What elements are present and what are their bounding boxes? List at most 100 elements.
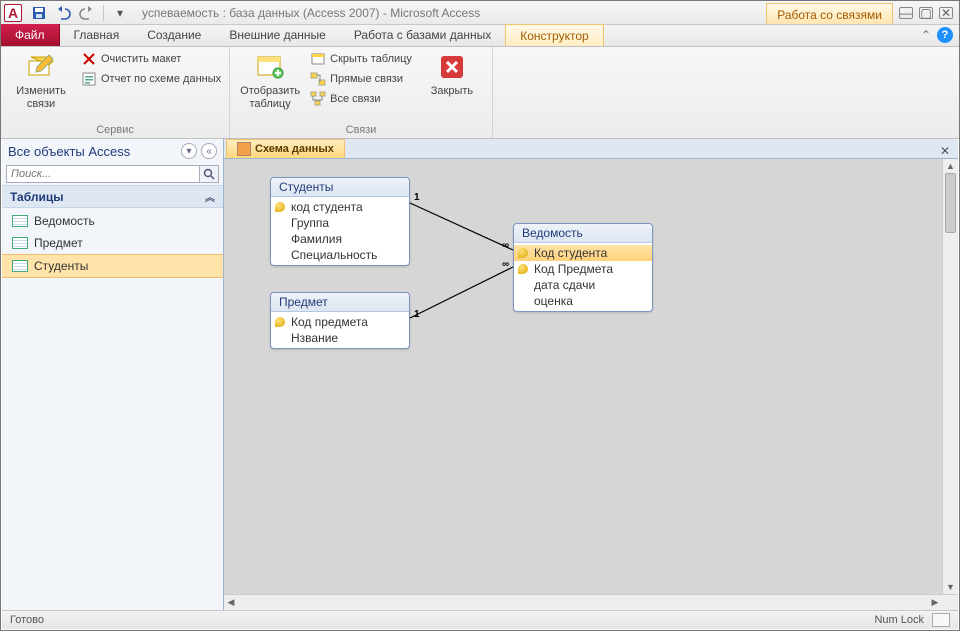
maximize-button[interactable]: ▢	[919, 7, 933, 19]
table-field[interactable]: Код Предмета	[514, 261, 652, 277]
qat-customize-button[interactable]: ▾	[110, 3, 130, 23]
edit-relationships-button[interactable]: Изменить связи	[9, 51, 73, 111]
clear-layout-button[interactable]: Очистить макет	[81, 51, 221, 67]
status-numlock: Num Lock	[874, 614, 924, 626]
save-button[interactable]	[29, 3, 49, 23]
edit-relationships-label: Изменить связи	[9, 85, 73, 111]
tab-home[interactable]: Главная	[60, 24, 134, 46]
undo-button[interactable]	[53, 3, 73, 23]
relationship-report-label: Отчет по схеме данных	[101, 73, 221, 85]
all-relations-label: Все связи	[330, 93, 380, 105]
nav-header[interactable]: Все объекты Access ▾ «	[2, 139, 223, 163]
title-bar: A ▾ успеваемость : база данных (Access 2…	[1, 1, 959, 25]
hide-table-button[interactable]: Скрыть таблицу	[310, 51, 412, 67]
table-field[interactable]: Код студента	[514, 245, 652, 261]
ribbon-group-service: Изменить связи Очистить макет Отчет по с…	[1, 47, 230, 138]
tab-create[interactable]: Создание	[133, 24, 215, 46]
redo-button[interactable]	[77, 3, 97, 23]
window-controls: — ▢ ✕	[893, 1, 959, 24]
ribbon-tabs: Файл Главная Создание Внешние данные Раб…	[1, 25, 959, 47]
tab-external-data[interactable]: Внешние данные	[215, 24, 340, 46]
status-ready: Готово	[10, 614, 44, 626]
close-label: Закрыть	[431, 85, 473, 98]
relation-cardinality-many: ∞	[502, 240, 509, 251]
tab-file[interactable]: Файл	[1, 24, 60, 46]
search-button[interactable]	[199, 165, 219, 183]
system-menu[interactable]: A	[1, 1, 25, 24]
vertical-scrollbar[interactable]: ▲ ▼	[942, 159, 958, 594]
nav-category-tables[interactable]: Таблицы ︽	[2, 185, 223, 208]
relationship-report-button[interactable]: Отчет по схеме данных	[81, 71, 221, 87]
close-button[interactable]: Закрыть	[420, 51, 484, 98]
nav-item-studenty[interactable]: Студенты	[2, 254, 223, 278]
hide-table-label: Скрыть таблицу	[330, 53, 412, 65]
scroll-right-button[interactable]: ▶	[928, 595, 942, 610]
table-icon	[12, 260, 28, 272]
table-field[interactable]: оценка	[514, 293, 652, 309]
nav-category-label: Таблицы	[10, 190, 63, 204]
document-tabs: Схема данных ✕	[224, 139, 958, 159]
relation-cardinality-one: 1	[414, 192, 420, 203]
scroll-left-button[interactable]: ◀	[224, 595, 238, 610]
table-box-students[interactable]: Студенты код студента Группа Фамилия Спе…	[270, 177, 410, 266]
direct-relations-button[interactable]: Прямые связи	[310, 71, 412, 87]
doc-close-button[interactable]: ✕	[932, 144, 958, 158]
relation-line-subject-sheet[interactable]	[410, 267, 513, 322]
search-input[interactable]	[6, 165, 199, 183]
relation-line-students-sheet[interactable]	[410, 199, 513, 254]
nav-collapse-button[interactable]: «	[201, 143, 217, 159]
help-button[interactable]: ?	[937, 27, 953, 43]
table-icon	[12, 215, 28, 227]
table-icon	[12, 237, 28, 249]
nav-item-predmet[interactable]: Предмет	[2, 232, 223, 254]
clear-layout-label: Очистить макет	[101, 53, 181, 65]
doc-tab-relationships[interactable]: Схема данных	[226, 139, 345, 158]
table-box-sheet[interactable]: Ведомость Код студента Код Предмета дата…	[513, 223, 653, 312]
table-field[interactable]: Группа	[271, 215, 409, 231]
navigation-pane: Все объекты Access ▾ « Таблицы ︽ Ведомос…	[2, 139, 224, 610]
relationships-canvas[interactable]: Студенты код студента Группа Фамилия Спе…	[224, 159, 958, 610]
table-box-title: Предмет	[271, 293, 409, 312]
view-shortcut-button[interactable]	[932, 613, 950, 627]
horizontal-scrollbar[interactable]: ◀ ▶	[224, 594, 958, 610]
table-field[interactable]: Фамилия	[271, 231, 409, 247]
minimize-button[interactable]: —	[899, 7, 913, 19]
nav-item-label: Ведомость	[34, 214, 95, 228]
scroll-thumb[interactable]	[945, 173, 956, 233]
nav-header-label: Все объекты Access	[8, 144, 130, 159]
nav-item-label: Предмет	[34, 236, 83, 250]
table-field[interactable]: Нзвание	[271, 330, 409, 346]
all-relations-icon	[310, 91, 326, 107]
scroll-up-button[interactable]: ▲	[943, 159, 958, 173]
chevron-up-icon: ︽	[205, 189, 215, 204]
table-field[interactable]: дата сдачи	[514, 277, 652, 293]
show-table-button[interactable]: Отобразить таблицу	[238, 51, 302, 111]
table-field[interactable]: Код предмета	[271, 314, 409, 330]
edit-relationships-icon	[25, 51, 57, 83]
ribbon: Изменить связи Очистить макет Отчет по с…	[1, 47, 959, 139]
search-icon	[203, 168, 215, 180]
ribbon-group-relations: Отобразить таблицу Скрыть таблицу Прямые…	[230, 47, 493, 138]
report-icon	[81, 71, 97, 87]
content-area: Все объекты Access ▾ « Таблицы ︽ Ведомос…	[2, 139, 958, 610]
direct-relations-label: Прямые связи	[330, 73, 403, 85]
nav-filter-dropdown[interactable]: ▾	[181, 143, 197, 159]
contextual-tab-header: Работа со связями	[766, 3, 893, 24]
status-bar: Готово Num Lock	[2, 610, 958, 629]
hide-table-icon	[310, 51, 326, 67]
table-field[interactable]: код студента	[271, 199, 409, 215]
tab-database-tools[interactable]: Работа с базами данных	[340, 24, 505, 46]
table-box-title: Студенты	[271, 178, 409, 197]
relation-cardinality-many: ∞	[502, 259, 509, 270]
nav-item-vedomost[interactable]: Ведомость	[2, 210, 223, 232]
relationships-icon	[237, 142, 251, 156]
table-field[interactable]: Специальность	[271, 247, 409, 263]
close-window-button[interactable]: ✕	[939, 7, 953, 19]
table-box-subject[interactable]: Предмет Код предмета Нзвание	[270, 292, 410, 349]
close-icon	[436, 51, 468, 83]
scroll-down-button[interactable]: ▼	[943, 580, 958, 594]
all-relations-button[interactable]: Все связи	[310, 91, 412, 107]
clear-layout-icon	[81, 51, 97, 67]
tab-design[interactable]: Конструктор	[505, 24, 603, 46]
ribbon-collapse-button[interactable]: ⌃	[921, 28, 931, 42]
